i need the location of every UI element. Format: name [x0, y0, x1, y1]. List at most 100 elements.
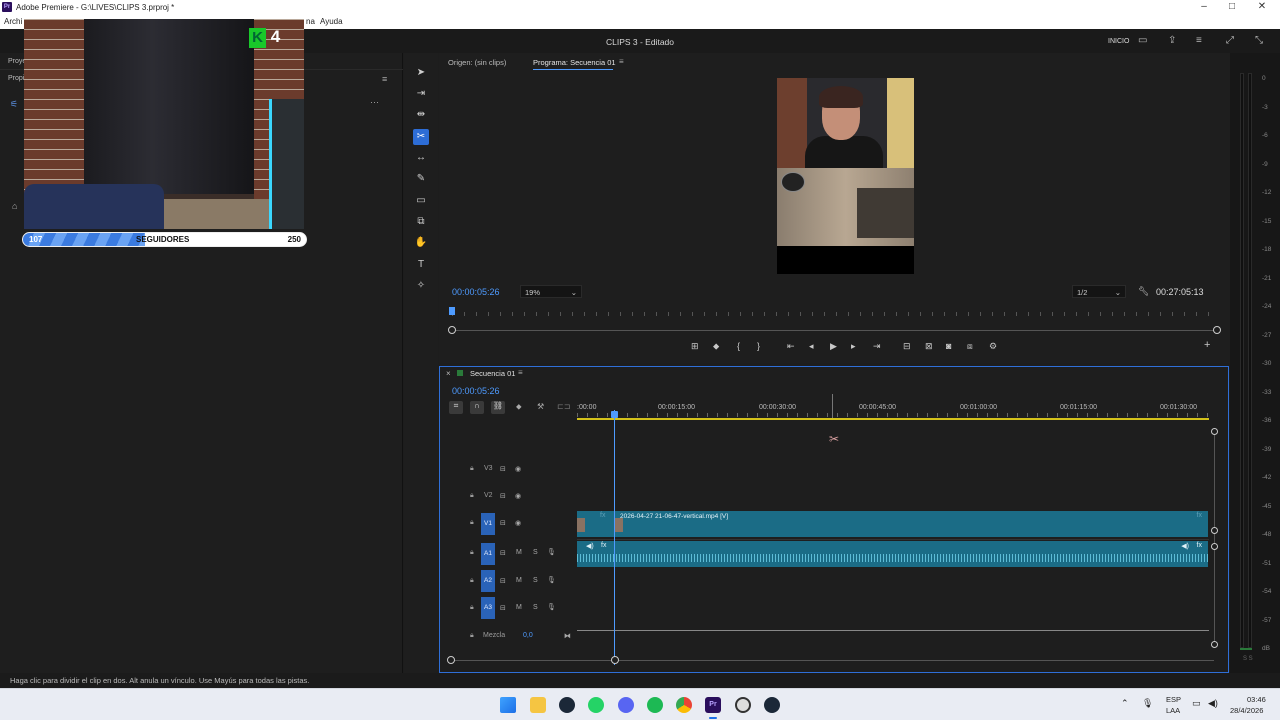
timeline-playhead[interactable] [614, 410, 615, 665]
razor-tool-icon[interactable]: ✂ [413, 129, 429, 145]
lock-icon[interactable]: 🔒︎ [470, 492, 474, 500]
linked-selection-icon[interactable]: ⛓ [491, 401, 505, 414]
lock-icon[interactable]: 🔒︎ [470, 577, 474, 585]
playhead-handle[interactable] [611, 411, 618, 418]
sync-lock-icon[interactable]: ⊟ [500, 465, 506, 473]
video-clip[interactable]: fx 2026-04-27 21-06-47-vertical.mp4 [V] … [577, 511, 1208, 537]
go-to-out-icon[interactable]: ⇥ [873, 341, 881, 352]
generative-tool-icon[interactable]: ✧ [413, 278, 429, 294]
lift-icon[interactable]: ⊟ [903, 341, 911, 352]
lock-icon[interactable]: 🔒︎ [470, 632, 474, 640]
solo-button[interactable]: S [533, 604, 538, 611]
lock-icon[interactable]: 🔒︎ [470, 549, 474, 557]
selection-tool-icon[interactable]: ➤ [413, 65, 429, 81]
windows-start-icon[interactable] [500, 697, 516, 713]
sync-lock-icon[interactable]: ⊟ [500, 577, 506, 585]
wrench-icon[interactable]: 🔧︎ [1138, 286, 1149, 297]
step-forward-icon[interactable]: ▸ [851, 341, 856, 352]
sequence-menu-icon[interactable]: ≡ [518, 368, 523, 377]
mark-in-icon[interactable]: { [737, 341, 740, 351]
eye-icon[interactable]: ◉ [515, 492, 521, 500]
step-back-icon[interactable]: ◂ [809, 341, 814, 352]
track-a3-target[interactable]: A3 [481, 597, 495, 619]
menu-lines-icon[interactable]: ≡ [1196, 35, 1202, 46]
timeline-ruler[interactable] [577, 413, 1209, 417]
nest-toggle-icon[interactable]: ⌗ [449, 401, 463, 414]
program-menu-icon[interactable]: ≡ [619, 57, 624, 66]
track-v2-label[interactable]: V2 [484, 492, 493, 499]
program-preview[interactable] [777, 78, 914, 274]
track-a1-target[interactable]: A1 [481, 543, 495, 565]
audio-clip[interactable]: ◀) fx ◀) fx [577, 541, 1208, 567]
mix-end-icon[interactable]: ⧓ [564, 632, 571, 640]
workspace-inicio[interactable]: INICIO [1108, 38, 1129, 45]
microphone-icon[interactable]: 🎙︎ [547, 548, 556, 556]
maximize-icon[interactable]: □ [1224, 1, 1240, 12]
work-area-bar[interactable] [577, 418, 1209, 420]
microphone-icon[interactable]: 🎙︎ [547, 576, 556, 584]
timeline-marker-icon[interactable]: ⬥ [516, 402, 522, 412]
eye-icon[interactable]: ◉ [515, 465, 521, 473]
lock-icon[interactable]: 🔒︎ [470, 604, 474, 612]
tab-source[interactable]: Origen: (sin clips) [448, 58, 506, 67]
menu-archivo[interactable]: Archi [4, 17, 22, 26]
rectangle-tool-icon[interactable]: ▭ [413, 193, 429, 209]
volume-icon[interactable]: ◀) [1208, 698, 1218, 709]
lock-icon[interactable]: 🔒︎ [470, 465, 474, 473]
camera-icon[interactable]: ◙ [946, 341, 951, 351]
zoom-icon[interactable]: ⤢ [1226, 35, 1234, 46]
lock-icon[interactable]: 🔒︎ [470, 519, 474, 527]
tab-propiedades[interactable]: Propi [8, 75, 24, 82]
timeline-wrench-icon[interactable]: ⚒ [537, 402, 544, 411]
sync-lock-icon[interactable]: ⊟ [500, 604, 506, 612]
vertical-scrollbar[interactable] [1214, 432, 1215, 646]
file-explorer-icon[interactable] [530, 697, 546, 713]
hand-tool-icon[interactable]: ✋ [413, 235, 429, 251]
mix-value[interactable]: 0,0 [523, 632, 533, 639]
language-bottom[interactable]: LAA [1166, 706, 1180, 715]
slip-tool-icon[interactable]: ↔ [413, 150, 429, 166]
sync-lock-icon[interactable]: ⊟ [500, 519, 506, 527]
adjust-icon[interactable]: ⚟ [10, 99, 18, 110]
home-icon[interactable]: ⌂ [12, 201, 17, 211]
snap-icon[interactable]: ∩ [470, 401, 484, 414]
monitor-ruler[interactable] [452, 312, 1217, 316]
pen-tool-icon[interactable]: ✎ [413, 171, 429, 187]
close-sequence-icon[interactable]: × [446, 369, 451, 378]
eye-icon[interactable]: ◉ [515, 519, 521, 527]
type-tool-icon[interactable]: T [413, 257, 429, 273]
share-icon[interactable]: ⇪ [1168, 35, 1176, 46]
go-to-in-icon[interactable]: ⇤ [787, 341, 795, 352]
panel-menu-icon[interactable]: ≡ [382, 74, 387, 84]
monitor-zoom-bar[interactable] [452, 330, 1217, 331]
mute-button[interactable]: M [516, 549, 522, 556]
extract-icon[interactable]: ⊠ [925, 341, 933, 352]
whatsapp-icon[interactable] [588, 697, 604, 713]
mark-out-icon[interactable]: } [757, 341, 760, 351]
clock-time[interactable]: 03:46 [1247, 695, 1266, 704]
track-a2-target[interactable]: A2 [481, 570, 495, 592]
menu-ventana[interactable]: na [306, 17, 315, 26]
tab-program[interactable]: Programa: Secuencia 01 [533, 58, 616, 67]
microphone-icon[interactable]: 🎙︎ [547, 603, 556, 611]
horizontal-scrollbar[interactable] [452, 660, 1214, 661]
track-v1-target[interactable]: V1 [481, 513, 495, 535]
tray-overflow-icon[interactable]: ⌃ [1121, 698, 1129, 709]
settings-icon[interactable]: ⚙ [989, 341, 997, 352]
add-marker-icon[interactable]: ⬥ [713, 341, 719, 352]
marker-in-icon[interactable]: ⊞ [691, 341, 699, 352]
fullscreen-icon[interactable]: ⤡ [1255, 35, 1263, 46]
panel-icon[interactable]: ▭ [1138, 35, 1147, 46]
program-timecode[interactable]: 00:00:05:26 [452, 287, 500, 297]
chrome-icon[interactable] [676, 697, 692, 713]
more-options-icon[interactable]: ··· [370, 97, 379, 107]
microphone-tray-icon[interactable]: 🎙︎ [1142, 698, 1153, 709]
track-v3-label[interactable]: V3 [484, 465, 493, 472]
steam-icon[interactable] [559, 697, 575, 713]
spotify-icon[interactable] [647, 697, 663, 713]
mute-button[interactable]: M [516, 604, 522, 611]
sync-lock-icon[interactable]: ⊟ [500, 492, 506, 500]
network-icon[interactable]: ▭ [1192, 698, 1201, 709]
clock-date[interactable]: 28/4/2026 [1230, 706, 1263, 715]
track-select-tool-icon[interactable]: ⇥ [413, 86, 429, 102]
